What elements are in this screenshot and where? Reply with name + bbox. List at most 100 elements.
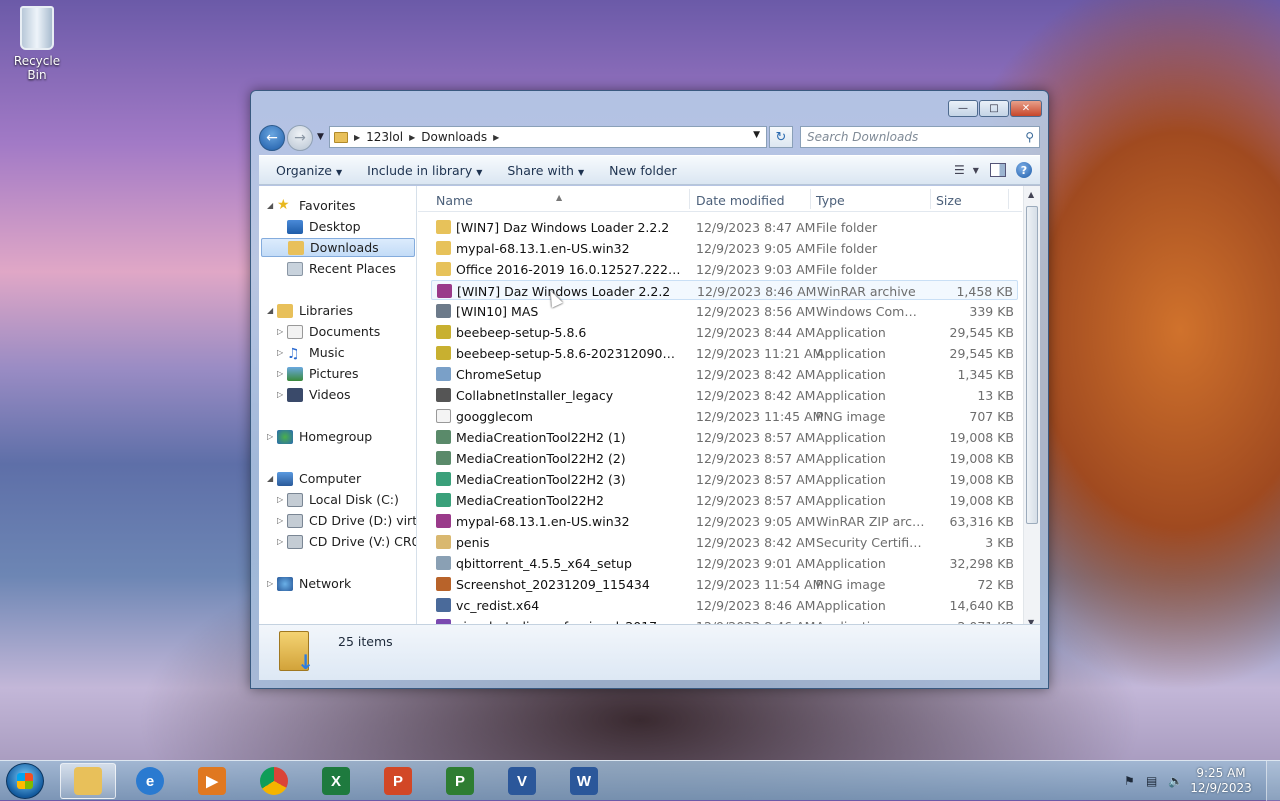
taskbar-internet-explorer-button[interactable]: e (122, 763, 178, 799)
file-type: Security Certificate (816, 535, 928, 550)
expand-icon[interactable]: ▷ (277, 495, 287, 504)
breadcrumb-item[interactable]: 123lol (366, 130, 403, 144)
taskbar-explorer-button[interactable] (60, 763, 116, 799)
vertical-scrollbar[interactable]: ▲ ▼ (1023, 186, 1040, 629)
nav-local-disk[interactable]: ▷ Local Disk (C:) (277, 490, 399, 509)
file-date-modified: 12/9/2023 8:57 AM (696, 451, 816, 466)
file-row[interactable]: qbittorrent_4.5.5_x64_setup 12/9/2023 9:0… (431, 553, 1018, 573)
nav-downloads[interactable]: Downloads (261, 238, 415, 257)
minimize-button[interactable]: — (948, 100, 978, 117)
chevron-right-icon[interactable]: ▶ (409, 133, 415, 142)
file-row[interactable]: vc_redist.x64 12/9/2023 8:46 AM Applicatio… (431, 595, 1018, 615)
nav-documents[interactable]: ▷ Documents (277, 322, 380, 341)
chevron-right-icon[interactable]: ▶ (354, 133, 360, 142)
show-desktop-button[interactable] (1266, 761, 1280, 801)
file-row[interactable]: beebeep-setup-5.8.6 12/9/2023 8:44 AM Appl… (431, 322, 1018, 342)
taskbar-excel-button[interactable]: X (308, 763, 364, 799)
file-row[interactable]: MediaCreationTool22H2 12/9/2023 8:57 AM Ap… (431, 490, 1018, 510)
file-row[interactable]: MediaCreationTool22H2 (3) 12/9/2023 8:57 … (431, 469, 1018, 489)
expand-icon[interactable]: ▷ (267, 579, 277, 588)
share-with-button[interactable]: Share with ▼ (490, 163, 592, 178)
breadcrumb-item[interactable]: Downloads (421, 130, 487, 144)
taskbar-word-button[interactable]: W (556, 763, 612, 799)
expand-icon[interactable]: ◢ (267, 474, 277, 483)
clock[interactable]: 9:25 AM 12/9/2023 (1190, 766, 1252, 796)
address-bar[interactable]: ▶ 123lol ▶ Downloads ▶ ▼ (329, 126, 767, 148)
help-icon[interactable]: ? (1016, 162, 1032, 178)
file-row[interactable]: ChromeSetup 12/9/2023 8:42 AM Application 1… (431, 364, 1018, 384)
taskbar-project-button[interactable]: P (432, 763, 488, 799)
nav-computer[interactable]: ◢ Computer (267, 469, 361, 488)
file-row[interactable]: mypal-68.13.1.en-US.win32 12/9/2023 9:05 … (431, 238, 1018, 258)
nav-cd-drive-d[interactable]: ▷ CD Drive (D:) virtio-w (277, 511, 416, 530)
scrollbar-thumb[interactable] (1026, 206, 1038, 524)
back-button[interactable]: ← (259, 125, 285, 151)
nav-homegroup[interactable]: ▷ Homegroup (267, 427, 372, 446)
expand-icon[interactable]: ▷ (277, 348, 287, 357)
nav-recent-places[interactable]: Recent Places (287, 259, 396, 278)
preview-pane-icon[interactable] (990, 163, 1006, 177)
maximize-button[interactable]: □ (979, 100, 1009, 117)
file-row[interactable]: [WIN7] Daz Windows Loader 2.2.2 12/9/2023… (431, 280, 1018, 300)
file-row[interactable]: CollabnetInstaller_legacy 12/9/2023 8:42 … (431, 385, 1018, 405)
taskbar-chrome-button[interactable] (246, 763, 302, 799)
scroll-up-icon[interactable]: ▲ (1028, 190, 1034, 199)
file-row[interactable]: beebeep-setup-5.8.6-20231209085736 12/9/2… (431, 343, 1018, 363)
column-type[interactable]: Type (816, 193, 845, 208)
expand-icon[interactable]: ◢ (267, 306, 277, 315)
recent-pages-dropdown-icon[interactable]: ▼ (317, 132, 324, 142)
file-row[interactable]: googglecom 12/9/2023 11:45 AM PNG image 707… (431, 406, 1018, 426)
taskbar-powerpoint-button[interactable]: P (370, 763, 426, 799)
expand-icon[interactable]: ▷ (277, 327, 287, 336)
include-in-library-button[interactable]: Include in library ▼ (350, 163, 490, 178)
column-date-modified[interactable]: Date modified (696, 193, 785, 208)
file-row[interactable]: [WIN10] MAS 12/9/2023 8:56 AM Windows Comm… (431, 301, 1018, 321)
volume-muted-icon[interactable]: 🔈 (1168, 774, 1183, 788)
file-row[interactable]: mypal-68.13.1.en-US.win32 12/9/2023 9:05 … (431, 511, 1018, 531)
refresh-button[interactable]: ↻ (769, 126, 793, 148)
organize-button[interactable]: Organize ▼ (259, 163, 350, 178)
file-size: 19,008 KB (949, 493, 1014, 508)
start-button[interactable] (6, 763, 44, 799)
expand-icon[interactable]: ▷ (277, 390, 287, 399)
setup-icon (436, 556, 451, 570)
nav-desktop[interactable]: Desktop (287, 217, 361, 236)
nav-libraries[interactable]: ◢ Libraries (267, 301, 353, 320)
nav-favorites[interactable]: ◢ ★ Favorites (267, 196, 355, 215)
expand-icon[interactable]: ◢ (267, 201, 277, 210)
taskbar-media-player-button[interactable]: ▶ (184, 763, 240, 799)
search-input[interactable]: Search Downloads ⚲ (800, 126, 1040, 148)
new-folder-button[interactable]: New folder (592, 163, 685, 178)
recycle-bin[interactable]: Recycle Bin (4, 6, 70, 82)
expand-icon[interactable]: ▷ (277, 516, 287, 525)
nav-pictures[interactable]: ▷ Pictures (277, 364, 359, 383)
nav-music[interactable]: ▷ ♫ Music (277, 343, 345, 362)
file-row[interactable]: penis 12/9/2023 8:42 AM Security Certifica… (431, 532, 1018, 552)
file-name: mypal-68.13.1.en-US.win32 (456, 514, 630, 529)
nav-network[interactable]: ▷ Network (267, 574, 351, 593)
close-button[interactable]: ✕ (1010, 100, 1042, 117)
taskbar-visio-button[interactable]: V (494, 763, 550, 799)
action-center-flag-icon[interactable]: ⚑ (1124, 774, 1138, 788)
file-row[interactable]: MediaCreationTool22H2 (2) 12/9/2023 8:57 … (431, 448, 1018, 468)
nav-videos[interactable]: ▷ Videos (277, 385, 351, 404)
expand-icon[interactable]: ▷ (267, 432, 277, 441)
nav-cd-drive-v[interactable]: ▷ CD Drive (V:) CR0SP (277, 532, 416, 551)
chevron-right-icon[interactable]: ▶ (493, 133, 499, 142)
network-tray-icon[interactable]: ▤ (1146, 774, 1160, 788)
expand-icon[interactable]: ▷ (277, 369, 287, 378)
computer-icon (277, 471, 293, 486)
forward-button[interactable]: → (287, 125, 313, 151)
file-row[interactable]: Screenshot_20231209_115434 12/9/2023 11:5… (431, 574, 1018, 594)
address-history-dropdown-icon[interactable]: ▼ (753, 130, 760, 140)
search-icon[interactable]: ⚲ (1025, 130, 1034, 144)
file-row[interactable]: MediaCreationTool22H2 (1) 12/9/2023 8:57 … (431, 427, 1018, 447)
file-list: ▲ Name Date modified Type Size [WIN7] Da… (418, 186, 1040, 629)
word-icon: W (570, 767, 598, 795)
file-row[interactable]: [WIN7] Daz Windows Loader 2.2.2 12/9/2023… (431, 217, 1018, 237)
change-view-button[interactable]: ☰ ▼ (954, 161, 980, 179)
file-row[interactable]: Office 2016-2019 16.0.12527.22270 (2022.… (431, 259, 1018, 279)
column-size[interactable]: Size (936, 193, 962, 208)
column-name[interactable]: Name (436, 193, 473, 208)
expand-icon[interactable]: ▷ (277, 537, 287, 546)
